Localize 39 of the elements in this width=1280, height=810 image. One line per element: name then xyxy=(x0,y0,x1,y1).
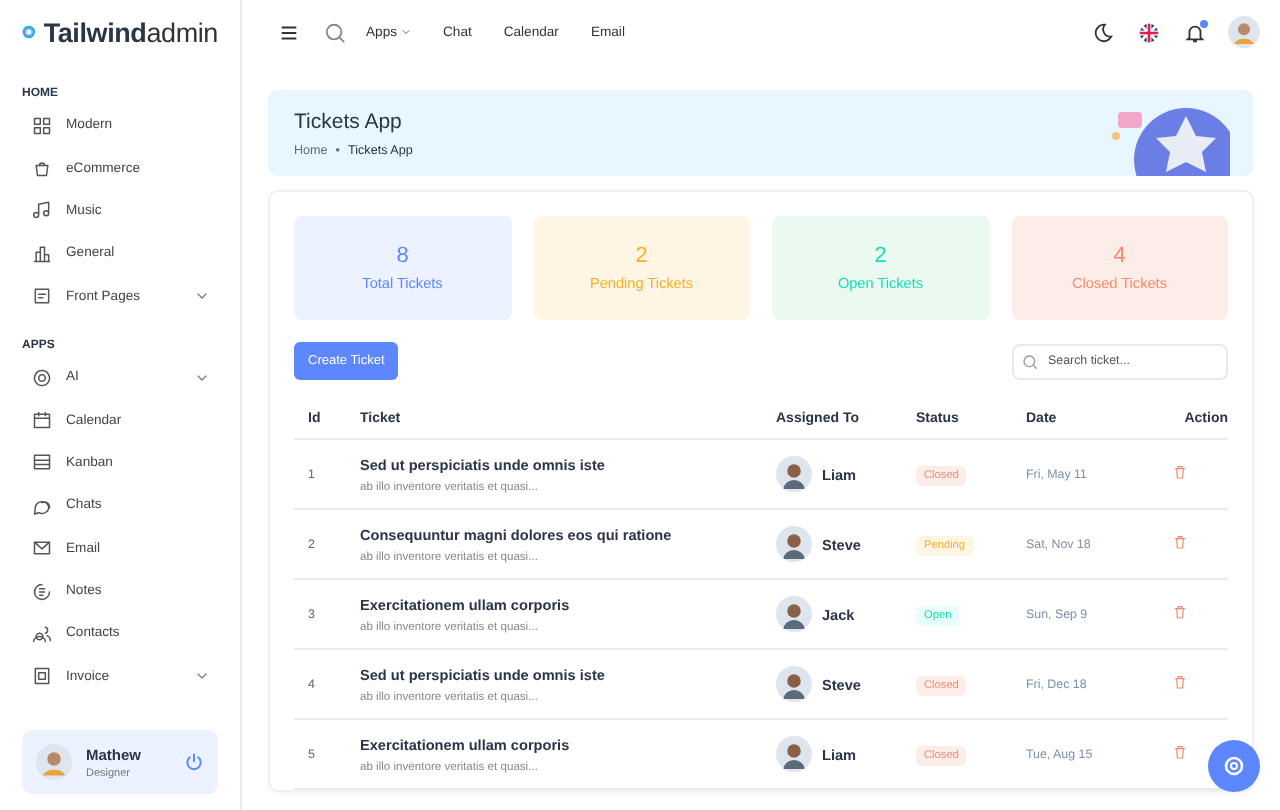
logo-text: Tailwindadmin xyxy=(43,17,218,47)
trash-icon[interactable] xyxy=(1172,604,1188,620)
calendar-icon xyxy=(32,410,52,431)
bar-chart-icon xyxy=(32,243,52,264)
settings-button[interactable] xyxy=(1208,740,1260,792)
avatar xyxy=(776,456,812,492)
stat-count: 2 xyxy=(635,244,648,268)
stat-count: 4 xyxy=(1113,244,1126,268)
target-icon xyxy=(32,367,52,388)
grid-icon xyxy=(32,115,52,136)
music-note-icon xyxy=(32,200,52,221)
kanban-icon xyxy=(32,452,52,473)
trash-icon[interactable] xyxy=(1172,464,1188,480)
trash-icon[interactable] xyxy=(1172,744,1188,760)
trash-icon[interactable] xyxy=(1172,534,1188,550)
avatar xyxy=(776,666,812,702)
moon-icon[interactable] xyxy=(1092,21,1114,43)
stat-count: 8 xyxy=(396,244,409,268)
search-icon[interactable] xyxy=(324,21,346,43)
trash-icon[interactable] xyxy=(1172,674,1188,690)
basket-icon xyxy=(32,158,52,179)
flag-icon[interactable] xyxy=(1138,21,1160,43)
power-icon[interactable] xyxy=(184,752,204,772)
avatar xyxy=(36,744,72,780)
page-title: Tickets App xyxy=(294,109,404,133)
user-avatar[interactable] xyxy=(1228,16,1260,48)
avatar xyxy=(776,526,812,562)
invoice-icon xyxy=(32,666,52,687)
chat-icon xyxy=(32,495,52,516)
menu-icon[interactable] xyxy=(278,21,300,43)
chevron-down-icon xyxy=(399,26,411,38)
avatar xyxy=(776,736,812,772)
mail-icon xyxy=(32,538,52,559)
page-icon xyxy=(32,286,52,307)
stat-count: 2 xyxy=(874,244,887,268)
bell-icon[interactable] xyxy=(1184,21,1206,43)
note-icon xyxy=(32,581,52,602)
avatar xyxy=(776,596,812,632)
contacts-icon xyxy=(32,623,52,644)
